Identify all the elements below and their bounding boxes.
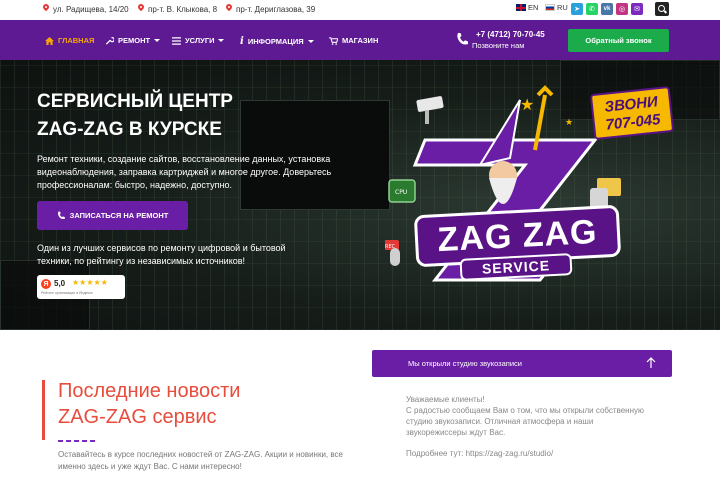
news-accent-bar	[42, 380, 45, 440]
phone-caption: Позвоните нам	[472, 41, 525, 50]
hero-title: СЕРВИСНЫЙ ЦЕНТР ZAG-ZAG В КУРСКЕ	[37, 91, 233, 140]
call-badge[interactable]: ЗВОНИ 707-045	[589, 85, 675, 141]
yandex-rating-badge[interactable]: Я 5,0 ★★★★★ Рейтинг организации в Яндекс…	[37, 275, 125, 299]
phone-icon	[457, 33, 468, 45]
news-accordion-body: Уважаемые клиенты! С радостью сообщаем В…	[406, 394, 656, 459]
location-pin-icon	[137, 4, 145, 14]
list-icon	[172, 36, 181, 45]
nav-item-home[interactable]: ГЛАВНАЯ	[45, 36, 94, 45]
phone-icon	[57, 211, 65, 220]
uk-flag-icon	[516, 4, 526, 11]
svg-text:★: ★	[520, 95, 534, 114]
arrow-up-icon[interactable]	[644, 356, 658, 370]
news-link[interactable]: Подробнее тут: https://zag-zag.ru/studio…	[406, 448, 656, 459]
hero-note: Один из лучших сервисов по ремонту цифро…	[37, 243, 286, 266]
hero-description: Ремонт техники, создание сайтов, восстан…	[37, 154, 332, 190]
phone-number[interactable]: +7 (4712) 70-70-45	[476, 30, 545, 39]
address-2[interactable]: пр-т. В. Клыкова, 8	[137, 4, 217, 14]
svg-text:CPU: CPU	[395, 189, 407, 196]
chevron-down-icon	[218, 39, 225, 42]
vk-icon[interactable]: vk	[601, 3, 613, 15]
nav-item-shop[interactable]: МАГАЗИН	[329, 36, 378, 45]
ru-flag-icon	[545, 4, 555, 11]
rating-caption: Рейтинг организации в Яндексе	[41, 291, 93, 295]
nav-item-repair[interactable]: РЕМОНТ	[105, 36, 161, 45]
rating-stars: ★★★★★	[72, 278, 108, 287]
news-heading: Последние новости ZAG-ZAG сервис	[58, 380, 241, 428]
chevron-down-icon	[154, 39, 161, 42]
top-info-bar: ул. Радищева, 14/20 пр-т. В. Клыкова, 8 …	[0, 0, 720, 20]
instagram-icon[interactable]: ◎	[616, 3, 628, 15]
cart-icon	[329, 36, 338, 45]
wrench-icon	[105, 36, 114, 45]
nav-item-services[interactable]: УСЛУГИ	[172, 36, 225, 45]
address-1[interactable]: ул. Радищева, 14/20	[42, 4, 129, 14]
news-divider	[58, 440, 98, 442]
address-3[interactable]: пр-т. Дериглазова, 39	[225, 4, 315, 14]
location-pin-icon	[225, 4, 233, 14]
nav-item-info[interactable]: i ИНФОРМАЦИЯ	[240, 36, 314, 47]
lang-ru[interactable]: RU	[545, 3, 568, 12]
info-icon: i	[240, 36, 244, 47]
whatsapp-icon[interactable]: ✆	[586, 3, 598, 15]
search-button[interactable]	[655, 2, 669, 16]
lang-en[interactable]: EN	[516, 3, 538, 12]
news-accordion-header[interactable]: Мы открыли студию звукозаписи	[372, 350, 672, 377]
email-icon[interactable]: ✉	[631, 3, 643, 15]
news-description: Оставайтесь в курсе последних новостей о…	[58, 450, 343, 471]
rating-value: 5,0	[54, 279, 66, 288]
book-repair-button[interactable]: ЗАПИСАТЬСЯ НА РЕМОНТ	[37, 201, 188, 230]
telegram-icon[interactable]: ➤	[571, 3, 583, 15]
svg-text:★: ★	[565, 118, 573, 128]
home-icon	[45, 36, 54, 45]
chevron-down-icon	[307, 40, 314, 43]
location-pin-icon	[42, 4, 50, 14]
callback-button[interactable]: Обратный звонок	[568, 29, 669, 52]
yandex-icon: Я	[41, 279, 51, 289]
